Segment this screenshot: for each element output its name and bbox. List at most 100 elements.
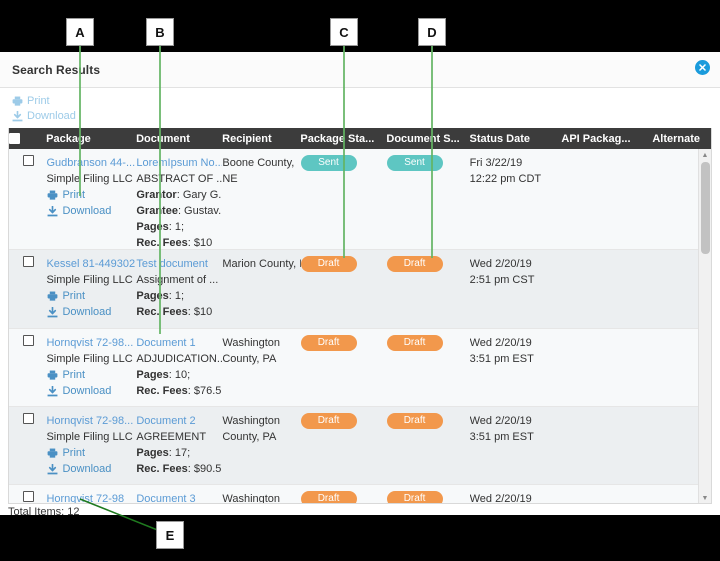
- fees-line: Rec. Fees: $76.5: [136, 383, 222, 399]
- printer-icon: [46, 370, 59, 381]
- recipient-line-1: Washington: [222, 415, 281, 427]
- callout-label: B: [155, 24, 165, 40]
- fees-key: Rec. Fees: [136, 306, 188, 318]
- callout-marker-e: E: [156, 521, 184, 549]
- header-status-date[interactable]: Status Date: [470, 133, 562, 145]
- scroll-down-arrow[interactable]: ▼: [699, 492, 711, 503]
- table-row[interactable]: Gudbranson 44-... Simple Filing LLC Prin…: [9, 149, 711, 250]
- row-print-button[interactable]: Print: [46, 288, 136, 304]
- callout-label: C: [339, 24, 349, 40]
- document-link[interactable]: Document 1: [136, 335, 222, 351]
- row-checkbox[interactable]: [23, 335, 34, 346]
- status-date-cell: Wed 2/20/19 3:51 pm EST: [470, 329, 562, 406]
- row-checkbox[interactable]: [23, 491, 34, 502]
- row-select-cell[interactable]: [9, 149, 46, 249]
- callout-line-d: [431, 46, 433, 258]
- status-badge: Draft: [300, 335, 357, 351]
- row-checkbox[interactable]: [23, 413, 34, 424]
- fees-line: Rec. Fees: $90.5: [136, 461, 222, 477]
- printer-icon: [10, 95, 24, 107]
- header-api-package[interactable]: API Packag...: [561, 133, 652, 145]
- download-icon: [46, 306, 59, 318]
- package-link[interactable]: Hornqvist 72-98...: [46, 335, 136, 351]
- recipient-cell: Marion County, IA: [222, 250, 300, 328]
- toolbar-download-button[interactable]: Download: [10, 109, 720, 123]
- header-alternate[interactable]: Alternate: [652, 133, 711, 145]
- status-date-cell: Wed 2/20/19 2:51 pm CST: [470, 250, 562, 328]
- document-type: Assignment of ...: [136, 274, 219, 286]
- table-row[interactable]: Hornqvist 72-98... Simple Filing LLC Pri…: [9, 329, 711, 407]
- recipient-cell: Boone County, NE: [222, 149, 300, 249]
- row-select-cell[interactable]: [9, 407, 46, 484]
- header-document[interactable]: Document: [136, 133, 222, 145]
- grantor-value: : Gary G...: [176, 189, 223, 201]
- document-status-cell: Draft: [386, 329, 470, 406]
- header-document-status[interactable]: Document S...: [386, 133, 469, 145]
- package-org: Simple Filing LLC: [46, 173, 133, 185]
- table-row[interactable]: Hornqvist 72-98... Simple Filing LLC Pri…: [9, 407, 711, 485]
- package-link[interactable]: Gudbranson 44-...: [46, 155, 136, 171]
- row-download-label: Download: [62, 385, 112, 397]
- table-row[interactable]: Kessel 81-449302 Simple Filing LLC Print: [9, 250, 711, 329]
- action-toolbar: Print Download: [0, 88, 720, 128]
- document-cell: Document 2 AGREEMENT Pages: 17; Rec. Fee…: [136, 407, 222, 484]
- select-all-checkbox[interactable]: [9, 133, 20, 144]
- header-package[interactable]: Package: [46, 133, 136, 145]
- toolbar-download-label: Download: [27, 110, 76, 122]
- download-icon: [46, 205, 59, 217]
- recipient-line-2: County, PA: [222, 431, 277, 443]
- row-select-cell[interactable]: [9, 329, 46, 406]
- row-download-label: Download: [62, 463, 112, 475]
- download-icon: [46, 463, 59, 475]
- close-icon[interactable]: [695, 60, 710, 75]
- package-cell: Hornqvist 72-98... Simple Filing LLC Pri…: [46, 407, 136, 484]
- document-type: AGREEMENT: [136, 431, 207, 443]
- row-print-button[interactable]: Print: [46, 445, 136, 461]
- row-select-cell[interactable]: [9, 250, 46, 328]
- row-select-cell[interactable]: [9, 485, 46, 503]
- row-download-button[interactable]: Download: [46, 461, 136, 477]
- vertical-scrollbar[interactable]: ▲ ▼: [698, 149, 711, 503]
- status-date: Fri 3/22/19: [469, 157, 523, 169]
- status-badge: Draft: [386, 491, 443, 503]
- package-link[interactable]: Hornqvist 72-98...: [46, 413, 136, 429]
- callout-line-c: [343, 46, 345, 258]
- row-download-label: Download: [62, 306, 112, 318]
- document-link[interactable]: LoremIpsum No...: [136, 155, 222, 171]
- package-link[interactable]: Kessel 81-449302: [46, 256, 136, 272]
- grantee-line: Grantee: Gustav...: [136, 203, 222, 219]
- document-type: ABSTRACT OF ...: [136, 173, 223, 185]
- row-download-button[interactable]: Download: [46, 203, 136, 219]
- recipient-cell: Washington County, PA: [222, 329, 300, 406]
- toolbar-print-button[interactable]: Print: [10, 94, 720, 108]
- row-print-label: Print: [62, 189, 86, 201]
- document-link[interactable]: Test document: [136, 256, 222, 272]
- callout-line-a: [79, 46, 81, 196]
- row-checkbox[interactable]: [23, 256, 34, 267]
- api-package-cell: [561, 407, 652, 484]
- search-results-window: Search Results Print Download Package Do…: [0, 52, 720, 518]
- row-download-button[interactable]: Download: [46, 383, 136, 399]
- callout-line-b: [159, 46, 161, 334]
- api-package-cell: [561, 329, 652, 406]
- status-date-cell: Wed 2/20/19 3:51 pm EST: [470, 407, 562, 484]
- scroll-up-arrow[interactable]: ▲: [699, 149, 711, 161]
- pages-key: Pages: [136, 447, 169, 459]
- results-grid: Package Document Recipient Package Sta..…: [8, 128, 712, 504]
- row-print-button[interactable]: Print: [46, 187, 136, 203]
- header-recipient[interactable]: Recipient: [222, 133, 300, 145]
- fees-key: Rec. Fees: [136, 463, 188, 475]
- row-checkbox[interactable]: [23, 155, 34, 166]
- download-icon: [46, 385, 59, 397]
- grantor-key: Grantor: [136, 189, 177, 201]
- scrollbar-thumb[interactable]: [701, 162, 710, 254]
- document-link[interactable]: Document 2: [136, 413, 222, 429]
- toolbar-print-label: Print: [27, 95, 50, 107]
- callout-marker-d: D: [418, 18, 446, 46]
- pages-key: Pages: [136, 290, 169, 302]
- status-time: 3:51 pm EST: [469, 353, 534, 365]
- row-download-button[interactable]: Download: [46, 304, 136, 320]
- pages-line: Pages: 10;: [136, 367, 222, 383]
- header-select-all[interactable]: [9, 133, 46, 144]
- row-print-button[interactable]: Print: [46, 367, 136, 383]
